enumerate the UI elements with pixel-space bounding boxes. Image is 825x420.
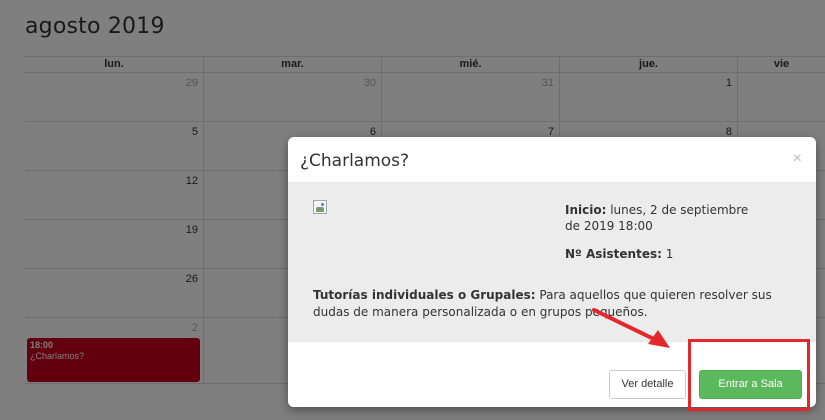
attendees-value: 1: [661, 247, 674, 261]
annotation-highlight-box: [688, 339, 810, 411]
close-button[interactable]: ×: [793, 151, 802, 167]
broken-image-icon: [313, 200, 327, 214]
event-info: Inicio: lunes, 2 de septiembre de 2019 1…: [565, 202, 765, 262]
modal-header: ¿Charlamos? ×: [288, 137, 816, 183]
modal-body: Inicio: lunes, 2 de septiembre de 2019 1…: [288, 183, 816, 341]
attendees-label: Nº Asistentes:: [565, 247, 662, 261]
modal-title: ¿Charlamos?: [300, 151, 410, 171]
annotation-arrow-icon: [592, 308, 670, 348]
start-label: Inicio:: [565, 203, 607, 217]
attendees-info: Nº Asistentes: 1: [565, 246, 765, 262]
start-info: Inicio: lunes, 2 de septiembre de 2019 1…: [565, 202, 765, 234]
view-detail-button[interactable]: Ver detalle: [609, 370, 686, 399]
description-label: Tutorías individuales o Grupales:: [313, 288, 536, 302]
event-description: Tutorías individuales o Grupales: Para a…: [313, 287, 793, 321]
